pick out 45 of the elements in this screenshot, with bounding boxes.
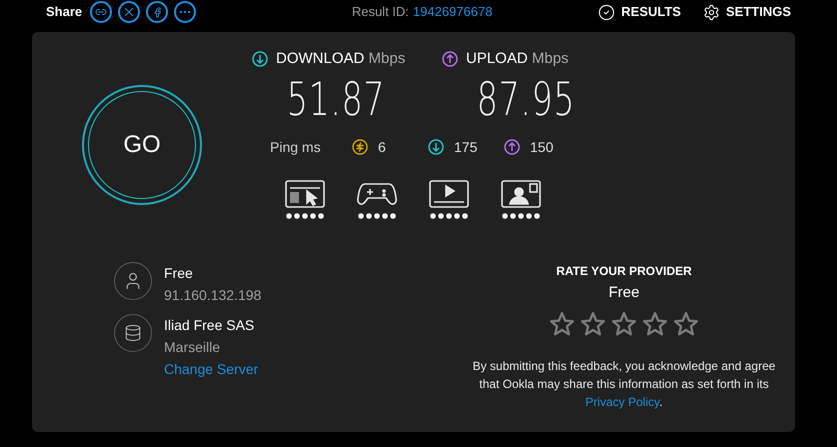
settings-button[interactable]: SETTINGS: [702, 2, 791, 22]
link-share-button[interactable]: [90, 1, 112, 23]
metric-label: DOWNLOAD Mbps: [276, 49, 406, 69]
empty-star-icon[interactable]: [642, 310, 668, 336]
share-label: Share: [46, 3, 82, 22]
provider-detail: Marseille: [164, 338, 222, 357]
empty-star-icon[interactable]: [673, 310, 699, 336]
speed-value: 87.95: [476, 70, 576, 126]
quality-dots-icon: [430, 212, 468, 218]
link-icon: [95, 6, 108, 18]
more-share-button[interactable]: [174, 1, 196, 23]
result-id-link[interactable]: 19426976678: [412, 2, 492, 22]
results-button[interactable]: RESULTS: [598, 2, 681, 22]
feedback-note: By submitting this feedback, you acknowledge and agree that Ookla may share this information as set forth in its Privacy Policy.: [472, 358, 776, 410]
ping-icon: [352, 139, 368, 155]
quality-dots-icon: [502, 212, 540, 218]
provider-name: Iliad Free SAS: [164, 316, 256, 335]
settings-icon: [702, 4, 720, 20]
x-share-button[interactable]: [118, 1, 140, 23]
empty-star-icon[interactable]: [580, 310, 606, 336]
ping-value: 6: [378, 138, 386, 156]
rated-provider: Free: [608, 283, 640, 303]
browser-cursor-icon: [285, 180, 325, 208]
check-icon: [598, 4, 616, 20]
ping-value: 150: [530, 138, 554, 156]
ping-value: 175: [454, 138, 478, 156]
result-id-label: Result ID:: [352, 3, 409, 22]
quality-dots-icon: [286, 212, 324, 218]
provider-detail: 91.160.132.198: [164, 286, 262, 305]
x-logo-icon: [123, 6, 136, 18]
facebook-share-button[interactable]: [146, 1, 168, 23]
ping-label: Ping ms: [270, 138, 322, 157]
go-button[interactable]: GO: [88, 90, 196, 198]
rate-title: RATE YOUR PROVIDER: [556, 263, 692, 280]
server-icon: [124, 324, 142, 342]
quality-dots-icon: [358, 212, 396, 218]
speed-value: 51.87: [286, 70, 386, 126]
provider-name: Free: [164, 264, 194, 283]
video-call-icon: [501, 180, 541, 208]
video-player-icon: [429, 180, 469, 208]
empty-star-icon[interactable]: [549, 310, 575, 336]
privacy-policy-link[interactable]: Privacy Policy: [585, 394, 660, 408]
empty-star-icon[interactable]: [611, 310, 637, 336]
change-server-link[interactable]: Change Server: [164, 358, 258, 380]
metric-label: UPLOAD Mbps: [466, 49, 569, 69]
